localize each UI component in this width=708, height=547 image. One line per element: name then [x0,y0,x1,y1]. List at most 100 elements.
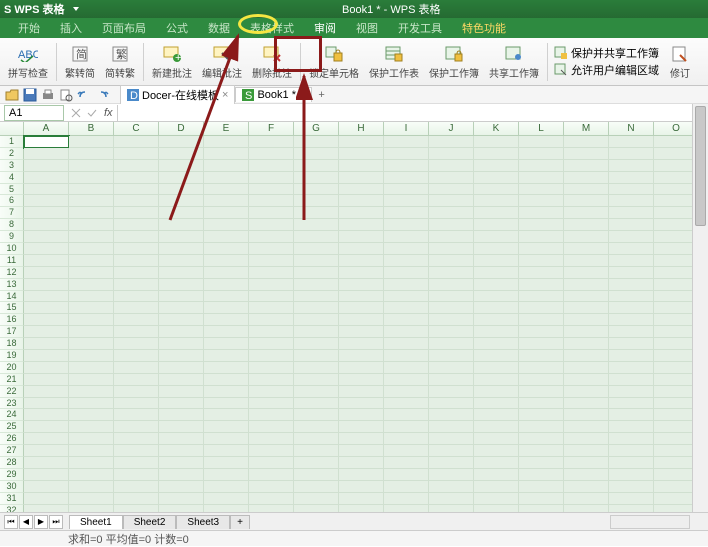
cell[interactable] [204,136,249,148]
cell[interactable] [564,457,609,469]
cell[interactable] [519,207,564,219]
cell[interactable] [519,267,564,279]
lock-cell-button[interactable]: 锁定单元格 [305,40,363,84]
cell[interactable] [69,172,114,184]
cell[interactable] [384,195,429,207]
cell[interactable] [294,184,339,196]
cell[interactable] [114,398,159,410]
cell[interactable] [474,231,519,243]
cell[interactable] [204,469,249,481]
cell[interactable] [114,279,159,291]
cell[interactable] [159,433,204,445]
cell[interactable] [114,291,159,303]
cell[interactable] [339,219,384,231]
cell[interactable] [429,195,474,207]
cell[interactable] [24,302,69,314]
cell[interactable] [114,433,159,445]
cell[interactable] [294,267,339,279]
cell[interactable] [159,219,204,231]
cell[interactable] [564,184,609,196]
cell[interactable] [114,160,159,172]
cell[interactable] [159,302,204,314]
cell[interactable] [204,421,249,433]
cell[interactable] [339,291,384,303]
cell[interactable] [384,433,429,445]
row-header[interactable]: 21 [0,374,24,386]
row-header[interactable]: 10 [0,243,24,255]
cell[interactable] [519,445,564,457]
cell[interactable] [249,219,294,231]
cell[interactable] [564,279,609,291]
cell[interactable] [384,148,429,160]
cell[interactable] [24,279,69,291]
cell[interactable] [384,350,429,362]
cell[interactable] [339,207,384,219]
cell[interactable] [339,243,384,255]
cell[interactable] [519,291,564,303]
cell[interactable] [24,386,69,398]
cell[interactable] [474,195,519,207]
cell[interactable] [249,195,294,207]
cell[interactable] [249,421,294,433]
row-header[interactable]: 11 [0,255,24,267]
cell[interactable] [609,433,654,445]
protect-share-workbook-button[interactable]: 保护并共享工作簿 [554,45,659,61]
cell[interactable] [204,160,249,172]
sheet-tab-2[interactable]: Sheet2 [123,515,177,529]
cell[interactable] [609,409,654,421]
cell[interactable] [114,338,159,350]
cell[interactable] [564,350,609,362]
cell[interactable] [519,279,564,291]
cell[interactable] [564,493,609,505]
cell[interactable] [114,195,159,207]
close-tab-icon[interactable]: × [299,89,305,101]
delete-comment-button[interactable]: 删除批注 [248,40,296,84]
cell[interactable] [339,433,384,445]
cell[interactable] [384,243,429,255]
cell[interactable] [564,172,609,184]
cell[interactable] [519,231,564,243]
cell[interactable] [114,409,159,421]
row-header[interactable]: 14 [0,291,24,303]
row-header[interactable]: 31 [0,493,24,505]
cell[interactable] [384,362,429,374]
menu-special[interactable]: 特色功能 [452,18,516,38]
cell[interactable] [159,184,204,196]
cell[interactable] [114,481,159,493]
row-header[interactable]: 1 [0,136,24,148]
cell[interactable] [339,279,384,291]
cell[interactable] [519,160,564,172]
cell[interactable] [474,338,519,350]
cell[interactable] [249,243,294,255]
cell[interactable] [114,469,159,481]
cell[interactable] [429,469,474,481]
cell[interactable] [249,386,294,398]
cell[interactable] [159,291,204,303]
row-header[interactable]: 23 [0,398,24,410]
cell[interactable] [294,279,339,291]
spellcheck-button[interactable]: ABC 拼写检查 [4,40,52,84]
cell[interactable] [429,493,474,505]
row-header[interactable]: 15 [0,302,24,314]
cell[interactable] [474,267,519,279]
cell[interactable] [249,326,294,338]
add-sheet-button[interactable]: + [230,515,250,529]
protect-sheet-button[interactable]: 保护工作表 [365,40,423,84]
column-header[interactable]: D [159,122,204,136]
cell[interactable] [564,231,609,243]
cell[interactable] [159,148,204,160]
row-header[interactable]: 7 [0,207,24,219]
cell[interactable] [519,148,564,160]
column-header[interactable]: L [519,122,564,136]
cell[interactable] [249,350,294,362]
cell[interactable] [429,291,474,303]
row-header[interactable]: 2 [0,148,24,160]
cell[interactable] [564,160,609,172]
cell[interactable] [609,302,654,314]
cell[interactable] [384,231,429,243]
cell[interactable] [24,184,69,196]
cell[interactable] [609,338,654,350]
cell[interactable] [339,421,384,433]
cell[interactable] [204,350,249,362]
cell[interactable] [564,207,609,219]
